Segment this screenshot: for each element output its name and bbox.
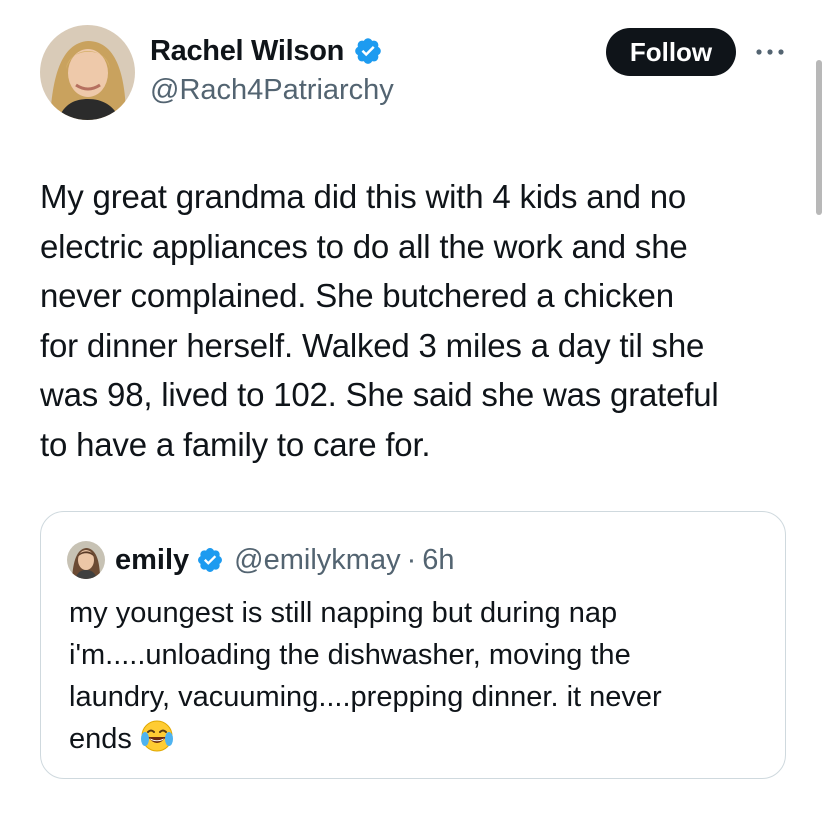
quoted-author-handle: @emilykmay bbox=[234, 543, 401, 576]
quoted-tweet-card[interactable]: emily @emilykmay · 6h my youngest is sti… bbox=[40, 511, 786, 779]
face-with-tears-of-joy-emoji-icon bbox=[140, 719, 174, 753]
author-display-name[interactable]: Rachel Wilson bbox=[150, 35, 344, 68]
quoted-tweet-header: emily @emilykmay · 6h bbox=[67, 540, 455, 580]
author-name-row: Rachel Wilson bbox=[150, 33, 383, 69]
user-avatar-icon bbox=[40, 25, 135, 120]
meta-separator: · bbox=[406, 543, 417, 576]
more-options-button[interactable] bbox=[750, 38, 790, 66]
follow-button[interactable]: Follow bbox=[606, 28, 736, 76]
tweet-line: to have a family to care for. bbox=[40, 425, 431, 463]
user-avatar-icon bbox=[67, 541, 105, 579]
quoted-author-display-name: emily bbox=[115, 543, 190, 576]
author-handle[interactable]: @Rach4Patriarchy bbox=[150, 74, 394, 107]
scrollbar-thumb[interactable] bbox=[816, 60, 822, 215]
quoted-tweet-line: i'm.....unloading the dishwasher, moving… bbox=[69, 639, 631, 671]
more-horizontal-icon bbox=[756, 49, 784, 55]
tweet-line: My great grandma did this with 4 kids an… bbox=[40, 178, 687, 215]
quoted-author-avatar[interactable] bbox=[67, 541, 105, 579]
verified-badge-icon bbox=[196, 546, 224, 574]
tweet-line: electric appliances to do all the work a… bbox=[40, 227, 688, 265]
quoted-tweet-line: laundry, vacuuming....prepping dinner. i… bbox=[69, 681, 662, 713]
quoted-tweet-body: my youngest is still napping but during … bbox=[69, 592, 769, 760]
quoted-tweet-timestamp[interactable]: 6h bbox=[422, 544, 454, 577]
tweet-line: never complained. She butchered a chicke… bbox=[40, 277, 674, 314]
tweet-body: My great grandma did this with 4 kids an… bbox=[40, 172, 800, 469]
quoted-tweet-line: ends bbox=[69, 723, 132, 755]
quoted-tweet-last-line: ends bbox=[69, 718, 769, 760]
verified-badge-icon bbox=[353, 36, 383, 66]
tweet-header: Rachel Wilson @Rach4Patriarchy Follow bbox=[0, 0, 828, 130]
author-avatar[interactable] bbox=[40, 25, 135, 120]
quoted-tweet-line: my youngest is still napping but during … bbox=[69, 597, 618, 629]
tweet-line: for dinner herself. Walked 3 miles a day… bbox=[40, 326, 705, 364]
tweet-line: was 98, lived to 102. She said she was g… bbox=[40, 376, 719, 413]
